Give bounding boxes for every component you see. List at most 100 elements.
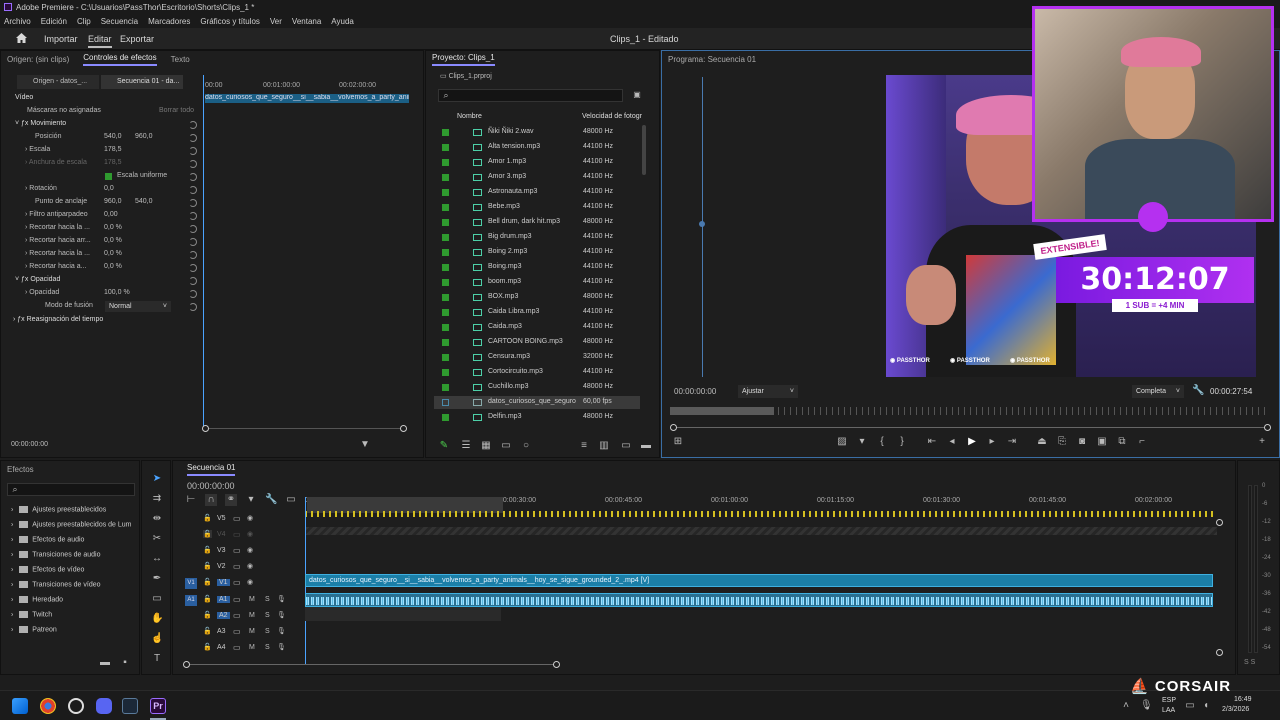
project-item[interactable]: Ñiki Ñiki 2.wav 48000 Hz [434, 126, 640, 139]
crop-left-value[interactable]: 0,0 % [104, 224, 122, 236]
program-zoom-handle-right[interactable] [1264, 424, 1271, 431]
tab-text[interactable]: Texto [171, 55, 190, 64]
delete-icon[interactable]: ▪ [119, 657, 131, 669]
lift-icon[interactable]: ⏏ [1036, 436, 1048, 448]
freeform-view-icon[interactable]: ▭ [500, 440, 512, 452]
reset-icon[interactable] [189, 121, 197, 129]
menu-archivo[interactable]: Archivo [4, 17, 31, 26]
ec-clip-bar[interactable]: datos_curiosos_que_seguro__si__sabia__vo… [205, 94, 409, 103]
effects-folder[interactable]: › Twitch [11, 611, 52, 623]
eye-icon[interactable]: ◉ [247, 530, 253, 538]
wrench-icon[interactable]: 🔧 [1192, 385, 1204, 397]
label-color-swatch[interactable] [442, 129, 449, 136]
reset-icon[interactable] [189, 212, 197, 220]
solo-button[interactable]: S [265, 644, 270, 651]
effects-folder[interactable]: › Efectos de audio [11, 536, 84, 548]
label-color-swatch[interactable] [442, 249, 449, 256]
label-color-swatch[interactable] [442, 234, 449, 241]
camera-icon[interactable]: ◙ [1076, 436, 1088, 448]
menu-graficos[interactable]: Gráficos y títulos [200, 17, 260, 26]
menu-ver[interactable]: Ver [270, 17, 282, 26]
sequence-tab[interactable]: Secuencia 01 [187, 463, 236, 476]
uniform-scale-checkbox[interactable] [105, 173, 112, 180]
selection-tool-icon[interactable]: ➤ [151, 473, 163, 485]
reset-icon[interactable] [189, 160, 197, 168]
audio-clip[interactable] [305, 593, 1213, 607]
track-label[interactable]: A3 [217, 628, 226, 635]
col-rate-header[interactable]: Velocidad de fotogr [582, 113, 642, 125]
project-item[interactable]: datos_curiosos_que_seguro 60,00 fps [434, 396, 640, 409]
ec-zoom-handle-left[interactable] [202, 425, 209, 432]
label-color-swatch[interactable] [442, 324, 449, 331]
lock-icon[interactable]: 🔓 [203, 546, 212, 554]
label-color-swatch[interactable] [442, 399, 449, 406]
label-color-swatch[interactable] [442, 294, 449, 301]
sync-lock-icon[interactable]: ▭ [233, 514, 241, 523]
timeline-settings-icon[interactable]: 🔧 [265, 494, 277, 506]
lock-icon[interactable]: 🔓 [203, 611, 212, 619]
reset-icon[interactable] [189, 173, 197, 181]
chevron-right-icon[interactable]: › [11, 551, 15, 558]
ec-zoom-bar[interactable] [205, 428, 405, 429]
pen-icon[interactable]: ✒ [151, 573, 163, 585]
audio-track-header[interactable]: 🔓 A3 ▭ M S 🎙 [173, 626, 303, 640]
list-view-icon[interactable]: ☰ [460, 440, 472, 452]
clear-all-button[interactable]: Borrar todo [159, 107, 194, 119]
mic-icon[interactable]: 🎙 [1140, 700, 1153, 712]
captions-icon[interactable]: ▭ [285, 494, 297, 506]
source-patch-v1[interactable]: V1 [185, 578, 197, 589]
chevron-right-icon[interactable]: › [11, 521, 15, 528]
reset-icon[interactable] [189, 225, 197, 233]
video-track-header[interactable]: V1 🔓 V1 ▭ ◉ [173, 577, 303, 591]
compare-icon[interactable]: ▣ [1096, 436, 1108, 448]
sequence-selector[interactable]: Secuencia 01 - da... [101, 75, 183, 89]
opacity-value[interactable]: 100,0 % [104, 289, 130, 301]
windows-start-icon[interactable] [12, 698, 28, 714]
audio-track-header[interactable]: A1 🔓 A1 ▭ M S 🎙 [173, 594, 303, 608]
video-track-header[interactable]: 🔓 V5 ▭ ◉ [173, 513, 303, 527]
eye-icon[interactable]: ◉ [247, 514, 253, 522]
video-track-header[interactable]: 🔓 V2 ▭ ◉ [173, 561, 303, 575]
sync-lock-icon[interactable]: ▭ [233, 530, 241, 539]
project-item[interactable]: Alta tension.mp3 44100 Hz [434, 141, 640, 154]
label-color-swatch[interactable] [442, 159, 449, 166]
effects-folder[interactable]: › Ajustes preestablecidos de Lum [11, 521, 132, 533]
position-x-value[interactable]: 540,0 [104, 133, 122, 145]
step-back-icon[interactable]: ◂ [946, 436, 958, 448]
mute-button[interactable]: M [249, 628, 255, 635]
project-item[interactable]: Bebe.mp3 44100 Hz [434, 201, 640, 214]
step-forward-icon[interactable]: ▸ [986, 436, 998, 448]
eye-icon[interactable]: ◉ [247, 546, 253, 554]
linked-selection-icon[interactable]: ⚭ [225, 494, 237, 506]
source-selector[interactable]: Origen - datos_... [17, 75, 99, 89]
anchor-y-value[interactable]: 540,0 [135, 198, 153, 210]
timeline-zoom-handle-left[interactable] [183, 661, 190, 668]
tab-effect-controls[interactable]: Controles de efectos [83, 53, 157, 66]
project-title[interactable]: Proyecto: Clips_1 [432, 53, 495, 66]
sync-lock-icon[interactable]: ▭ [233, 643, 241, 652]
label-color-swatch[interactable] [442, 384, 449, 391]
effects-folder[interactable]: › Ajustes preestablecidos [11, 506, 106, 518]
label-color-swatch[interactable] [442, 219, 449, 226]
project-item[interactable]: BOX.mp3 48000 Hz [434, 291, 640, 304]
play-icon[interactable]: ▶ [966, 436, 978, 448]
program-zoom-handle-left[interactable] [670, 424, 677, 431]
track-label[interactable]: A1 [217, 596, 230, 603]
program-title[interactable]: Programa: Secuencia 01 [668, 55, 756, 64]
project-item[interactable]: Caida.mp3 44100 Hz [434, 321, 640, 334]
label-color-swatch[interactable] [442, 264, 449, 271]
crop-right-value[interactable]: 0,0 % [104, 250, 122, 262]
ripple-edit-icon[interactable]: ⇹ [151, 513, 163, 525]
sync-lock-icon[interactable]: ▭ [233, 562, 241, 571]
menu-ventana[interactable]: Ventana [292, 17, 321, 26]
time-remap-group[interactable]: › ƒx Reasignación del tiempo [13, 316, 103, 328]
timeline-zoom-handle-right[interactable] [553, 661, 560, 668]
track-label[interactable]: A2 [217, 612, 230, 619]
audio-track-header[interactable]: 🔓 A2 ▭ M S 🎙 [173, 610, 303, 624]
reset-icon[interactable] [189, 134, 197, 142]
effects-folder[interactable]: › Transiciones de audio [11, 551, 101, 563]
discord-icon[interactable] [96, 698, 112, 714]
marker-icon[interactable]: ▾ [856, 436, 868, 448]
project-item[interactable]: Bell drum, dark hit.mp3 48000 Hz [434, 216, 640, 229]
program-zoom-bar[interactable] [672, 427, 1268, 428]
